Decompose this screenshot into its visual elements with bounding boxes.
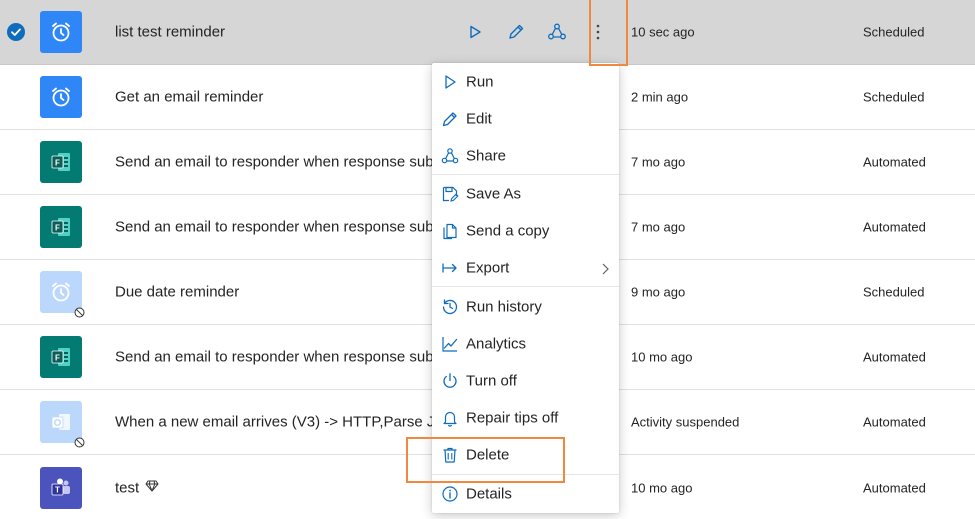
more-options-button[interactable] bbox=[585, 19, 611, 45]
trash-icon bbox=[441, 446, 459, 464]
flow-modified: Activity suspended bbox=[631, 414, 740, 430]
flow-name[interactable]: Due date reminder bbox=[115, 284, 435, 301]
flow-type: Automated bbox=[863, 219, 926, 235]
menu-item-turn-off[interactable]: Turn off bbox=[432, 364, 619, 398]
flow-type: Automated bbox=[863, 154, 926, 170]
flow-type: Automated bbox=[863, 349, 926, 365]
share-icon bbox=[548, 23, 566, 40]
svg-text:F: F bbox=[55, 159, 60, 168]
menu-item-label: Run history bbox=[466, 298, 542, 316]
menu-item-run-history[interactable]: Run history bbox=[432, 290, 619, 324]
menu-item-label: Run bbox=[466, 73, 494, 91]
menu-item-label: Send a copy bbox=[466, 222, 550, 240]
menu-item-repair-tips-off[interactable]: Repair tips off bbox=[432, 401, 619, 435]
menu-item-run[interactable]: Run bbox=[432, 65, 619, 99]
premium-diamond-icon bbox=[145, 479, 159, 497]
pencil-icon bbox=[441, 110, 459, 128]
forms-icon: F bbox=[40, 336, 82, 378]
flow-name[interactable]: Send an email to responder when response… bbox=[115, 154, 435, 171]
menu-item-label: Export bbox=[466, 259, 510, 277]
forms-icon: F bbox=[40, 206, 82, 248]
flow-type: Automated bbox=[863, 480, 926, 495]
svg-text:F: F bbox=[55, 354, 60, 363]
flow-modified: 10 mo ago bbox=[631, 349, 693, 365]
share-icon bbox=[441, 147, 459, 165]
flow-modified: 10 sec ago bbox=[631, 24, 695, 40]
alarm-icon bbox=[40, 11, 82, 53]
flow-type: Automated bbox=[863, 414, 926, 430]
share-button[interactable] bbox=[544, 19, 570, 45]
chevron-right-icon bbox=[601, 262, 609, 280]
menu-item-save-as[interactable]: Save As bbox=[432, 177, 619, 211]
forms-icon: F bbox=[40, 141, 82, 183]
menu-item-export[interactable]: Export bbox=[432, 251, 619, 285]
menu-item-label: Share bbox=[466, 147, 507, 165]
flow-name[interactable]: list test reminder bbox=[115, 24, 435, 41]
flow-type: Scheduled bbox=[863, 24, 925, 40]
info-icon bbox=[441, 485, 459, 503]
pencil-icon bbox=[509, 24, 524, 39]
alarm-icon bbox=[40, 76, 82, 118]
svg-text:F: F bbox=[55, 224, 60, 233]
menu-item-delete[interactable]: Delete bbox=[432, 438, 619, 472]
row-checkbox[interactable] bbox=[7, 23, 25, 41]
copy-icon bbox=[441, 222, 459, 240]
analytics-icon bbox=[441, 335, 459, 353]
more-vertical-icon bbox=[596, 24, 600, 40]
history-icon bbox=[441, 298, 459, 316]
menu-item-label: Delete bbox=[466, 446, 510, 464]
flow-type: Scheduled bbox=[863, 89, 925, 105]
menu-item-label: Save As bbox=[466, 185, 522, 203]
menu-divider bbox=[432, 286, 619, 287]
menu-item-label: Repair tips off bbox=[466, 409, 559, 427]
flow-modified: 7 mo ago bbox=[631, 154, 686, 170]
menu-divider bbox=[432, 174, 619, 175]
save-as-icon bbox=[441, 185, 459, 203]
flow-modified: 9 mo ago bbox=[631, 284, 686, 300]
run-button[interactable] bbox=[462, 19, 488, 45]
flow-modified: 7 mo ago bbox=[631, 219, 686, 235]
menu-item-label: Turn off bbox=[466, 372, 517, 390]
play-icon bbox=[470, 25, 481, 39]
menu-item-send-copy[interactable]: Send a copy bbox=[432, 214, 619, 248]
flow-modified: 2 min ago bbox=[631, 89, 689, 105]
menu-item-analytics[interactable]: Analytics bbox=[432, 327, 619, 361]
export-icon bbox=[441, 259, 459, 277]
menu-divider bbox=[432, 474, 619, 475]
flow-name[interactable]: Send an email to responder when response… bbox=[115, 219, 435, 236]
flow-modified: 10 mo ago bbox=[631, 480, 693, 495]
menu-item-share[interactable]: Share bbox=[432, 139, 619, 173]
suspended-icon bbox=[74, 305, 85, 323]
power-icon bbox=[441, 372, 459, 390]
bell-icon bbox=[441, 409, 459, 427]
menu-item-label: Details bbox=[466, 485, 512, 503]
menu-item-details[interactable]: Details bbox=[432, 477, 619, 511]
teams-icon: T bbox=[40, 466, 82, 509]
edit-button[interactable] bbox=[503, 19, 529, 45]
suspended-icon bbox=[74, 435, 85, 453]
flow-row[interactable]: list test reminder 10 sec ago Scheduled bbox=[0, 0, 975, 65]
flow-name[interactable]: Get an email reminder bbox=[115, 89, 435, 106]
menu-item-label: Analytics bbox=[466, 335, 527, 353]
menu-item-label: Edit bbox=[466, 110, 492, 128]
flow-name[interactable]: When a new email arrives (V3) -> HTTP,Pa… bbox=[115, 414, 435, 431]
play-icon bbox=[441, 73, 459, 91]
menu-item-edit[interactable]: Edit bbox=[432, 102, 619, 136]
context-menu: Run Edit Share Save As Send a copy Expor… bbox=[432, 63, 619, 513]
flow-type: Scheduled bbox=[863, 284, 925, 300]
svg-text:T: T bbox=[55, 485, 60, 494]
flow-name[interactable]: Send an email to responder when response… bbox=[115, 349, 435, 366]
